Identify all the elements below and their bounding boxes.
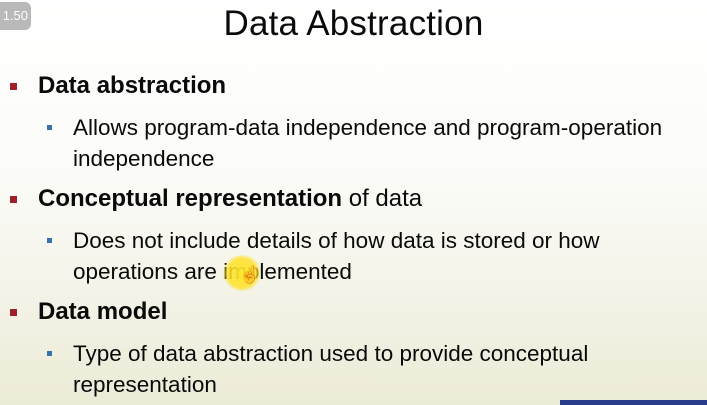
- level1-bullet-marker: [10, 83, 17, 90]
- bullet-heading: Data abstraction: [38, 72, 227, 99]
- sub-bullet-program-data-independence: Allows program-data independence and pro…: [47, 112, 673, 174]
- level1-bullet-marker: [10, 309, 17, 316]
- video-progress-bar[interactable]: [560, 400, 707, 405]
- level2-bullet-marker: [47, 125, 52, 130]
- level2-bullet-marker: [47, 351, 52, 356]
- bullet-data-abstraction: Data abstraction: [10, 71, 227, 101]
- bullet-conceptual-representation: Conceptual representation of data: [10, 184, 423, 214]
- level2-bullet-marker: [47, 238, 52, 243]
- hand-pointer-icon: ☝: [239, 265, 261, 284]
- sub-bullet-data-abstraction-type: Type of data abstraction used to provide…: [47, 338, 703, 400]
- slide: 1.50 Data Abstraction Data abstraction A…: [0, 0, 707, 405]
- bullet-data-model: Data model: [10, 297, 168, 327]
- slide-title: Data Abstraction: [223, 4, 484, 43]
- sub-bullet-text: Does not include details of how data is …: [73, 228, 600, 284]
- bullet-heading: Conceptual representation: [38, 185, 343, 212]
- level1-bullet-marker: [10, 196, 17, 203]
- bullet-heading: Data model: [38, 298, 168, 325]
- sub-bullet-text: Type of data abstraction used to provide…: [73, 341, 589, 397]
- sub-bullet-storage-details: Does not include details of how data is …: [47, 225, 703, 287]
- bullet-heading-rest: of data: [342, 185, 423, 212]
- sub-bullet-text: Allows program-data independence and pro…: [73, 115, 663, 171]
